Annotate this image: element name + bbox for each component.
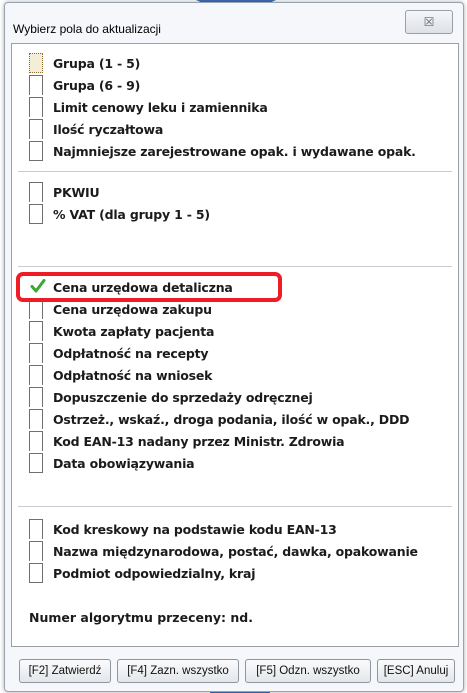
field-label: PKWIU (53, 185, 100, 200)
annotation-highlight (16, 272, 282, 302)
group-divider (18, 506, 452, 507)
group-divider (18, 171, 452, 172)
field-label: Najmniejsze zarejestrowane opak. i wydaw… (53, 144, 416, 159)
field-label: Limit cenowy leku i zamiennika (53, 100, 268, 115)
deselect-all-button[interactable]: [F5] Odzn. wszystko (245, 659, 371, 683)
field-checkbox[interactable] (29, 387, 43, 407)
close-button[interactable]: ☒ (405, 10, 453, 34)
field-checkbox[interactable] (29, 299, 43, 319)
field-label: Ostrzeż., wskaź., droga podania, ilość w… (53, 412, 410, 427)
close-icon: ☒ (423, 15, 435, 29)
field-label: Podmiot odpowiedzialny, kraj (53, 566, 256, 581)
field-label: Ilość ryczałtowa (53, 122, 164, 137)
field-label: % VAT (dla grupy 1 - 5) (53, 207, 210, 222)
field-checkbox[interactable] (29, 431, 43, 451)
confirm-button[interactable]: [F2] Zatwierdź (19, 659, 111, 683)
field-checkbox[interactable] (29, 119, 43, 139)
field-checkbox[interactable] (29, 519, 43, 539)
field-label: Data obowiązywania (53, 456, 195, 471)
field-label: Kwota zapłaty pacjenta (53, 324, 215, 339)
dialog-titlebar: Wybierz pola do aktualizacji ☒ (5, 3, 463, 39)
field-checkbox[interactable] (29, 53, 43, 73)
field-checkbox[interactable] (29, 365, 43, 385)
field-label: Grupa (6 - 9) (53, 78, 141, 93)
field-checkbox[interactable] (29, 453, 43, 473)
field-label: Dopuszczenie do sprzedaży odręcznej (53, 390, 313, 405)
field-checkbox[interactable] (29, 541, 43, 561)
algorithm-number-text: Numer algorytmu przeceny: nd. (29, 610, 253, 625)
field-checkbox[interactable] (29, 321, 43, 341)
field-checkbox[interactable] (29, 97, 43, 117)
field-label: Nazwa międzynarodowa, postać, dawka, opa… (53, 544, 418, 559)
field-label: Grupa (1 - 5) (53, 56, 141, 71)
field-label: Kod kreskowy na podstawie kodu EAN-13 (53, 522, 337, 537)
select-all-button[interactable]: [F4] Zazn. wszystko (117, 659, 239, 683)
field-checkbox[interactable] (29, 409, 43, 429)
field-label: Odpłatność na recepty (53, 346, 209, 361)
field-label: Cena urzędowa zakupu (53, 302, 212, 317)
field-label: Odpłatność na wniosek (53, 368, 213, 383)
cancel-button[interactable]: [ESC] Anuluj (377, 659, 455, 683)
field-checkbox[interactable] (29, 204, 43, 224)
field-checkbox[interactable] (29, 563, 43, 583)
fields-panel: Grupa (1 - 5) Grupa (6 - 9) Limit cenowy… (11, 43, 459, 647)
field-checkbox[interactable] (29, 75, 43, 95)
update-fields-dialog: Wybierz pola do aktualizacji ☒ Grupa (1 … (4, 2, 464, 692)
field-label: Kod EAN-13 nadany przez Ministr. Zdrowia (53, 434, 345, 449)
group-divider (18, 266, 452, 267)
dialog-title: Wybierz pola do aktualizacji (13, 22, 161, 36)
field-checkbox[interactable] (29, 343, 43, 363)
field-checkbox[interactable] (29, 141, 43, 161)
field-checkbox[interactable] (29, 182, 43, 202)
